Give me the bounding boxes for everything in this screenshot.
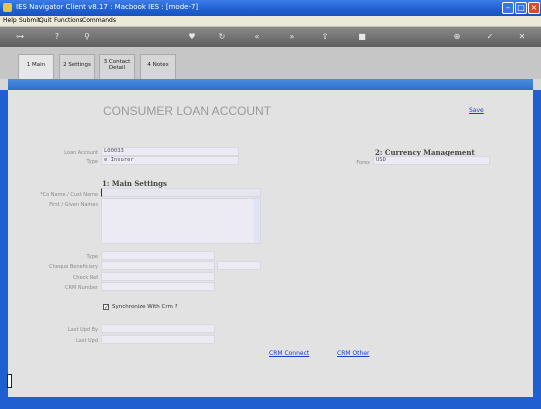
first-names-textarea[interactable] xyxy=(101,198,261,244)
menu-item-submit[interactable]: Submit xyxy=(19,17,40,24)
upload-icon[interactable]: ⇧ xyxy=(318,31,332,43)
minimize-icon[interactable]: – xyxy=(502,2,514,14)
crm-other-link[interactable]: CRM Other xyxy=(337,350,369,357)
next-icon[interactable]: » xyxy=(285,31,299,43)
toolbar: ⊶ ? ⚲ ♥ ↻ « » ⇧ ■ ⊕ ✓ ✕ xyxy=(0,27,541,47)
last-upd-by-label: Last Upd By xyxy=(68,327,98,333)
menu-item-commands[interactable]: Commands xyxy=(82,17,116,24)
first-names-label: First / Given Names xyxy=(49,202,98,208)
type-setting-label: Type xyxy=(86,254,98,260)
cancel-icon[interactable]: ✕ xyxy=(515,31,529,43)
cheque-beneficiary-name-field[interactable] xyxy=(217,261,261,270)
add-icon[interactable]: ⊕ xyxy=(450,31,464,43)
loan-account-field[interactable]: L00033 xyxy=(101,147,239,156)
main-settings-title: 1: Main Settings xyxy=(102,179,167,188)
app-icon xyxy=(3,3,12,12)
previous-icon[interactable]: « xyxy=(250,31,264,43)
window-titlebar[interactable]: IES Navigator Client v8.17 : Macbook IES… xyxy=(0,0,541,16)
check-ref-label: Check Ref xyxy=(72,275,98,281)
last-upd-by-field[interactable] xyxy=(101,324,215,333)
last-upd-label: Last Upd xyxy=(75,338,98,344)
side-handle-icon[interactable] xyxy=(7,374,12,388)
cheque-beneficiary-field[interactable] xyxy=(101,261,215,270)
crm-number-field[interactable] xyxy=(101,282,215,291)
tab-notes[interactable]: 4 Notes xyxy=(140,54,176,79)
sync-checkbox[interactable]: ✓ xyxy=(103,304,109,311)
right-frame xyxy=(533,90,541,397)
search-icon[interactable]: ⚲ xyxy=(80,31,94,43)
forex-field[interactable]: USD xyxy=(373,156,490,165)
type-field[interactable]: e Insurer xyxy=(101,156,239,165)
page-title: CONSUMER LOAN ACCOUNT xyxy=(103,104,272,118)
cheque-beneficiary-label: Cheque Beneficiary xyxy=(49,264,98,270)
tab-bar-accent xyxy=(8,79,533,90)
tab-main[interactable]: 1 Main xyxy=(18,54,54,79)
window-title: IES Navigator Client v8.17 : Macbook IES… xyxy=(16,3,199,11)
menu-bar: Help Submit Quit Functions Commands xyxy=(0,16,541,27)
heart-icon[interactable]: ♥ xyxy=(185,31,199,43)
tab-contact-detail[interactable]: 3 Contact Detail xyxy=(99,54,135,79)
check-icon[interactable]: ✓ xyxy=(483,31,497,43)
menu-item-help[interactable]: Help xyxy=(3,17,17,24)
type-label: Type xyxy=(86,159,98,165)
crm-connect-link[interactable]: CRM Connect xyxy=(269,350,309,357)
last-upd-field[interactable] xyxy=(101,335,215,344)
textarea-scrollbar[interactable] xyxy=(254,199,260,243)
save-link[interactable]: Save xyxy=(469,107,484,114)
menu-item-functions[interactable]: Functions xyxy=(54,17,83,24)
type-setting-field[interactable] xyxy=(101,251,215,260)
tab-settings[interactable]: 2 Settings xyxy=(59,54,95,79)
crm-number-label: CRM Number xyxy=(65,285,98,291)
left-frame xyxy=(0,90,8,397)
refresh-icon[interactable]: ↻ xyxy=(215,31,229,43)
window-bottom-frame xyxy=(0,397,541,409)
stop-icon[interactable]: ■ xyxy=(355,31,369,43)
check-ref-field[interactable] xyxy=(101,272,215,281)
sync-label: Synchronize With Crm ? xyxy=(112,304,178,310)
menu-item-quit[interactable]: Quit xyxy=(39,17,52,24)
loan-account-label: Loan Account xyxy=(64,150,98,156)
close-icon[interactable]: × xyxy=(528,2,540,14)
surname-field[interactable] xyxy=(101,188,261,197)
help-icon[interactable]: ? xyxy=(50,31,64,43)
surname-label: *Co Name / Cust Name xyxy=(40,192,98,198)
key-icon[interactable]: ⊶ xyxy=(8,31,32,43)
maximize-icon[interactable]: □ xyxy=(515,2,527,14)
forex-label: Forex xyxy=(356,160,370,166)
